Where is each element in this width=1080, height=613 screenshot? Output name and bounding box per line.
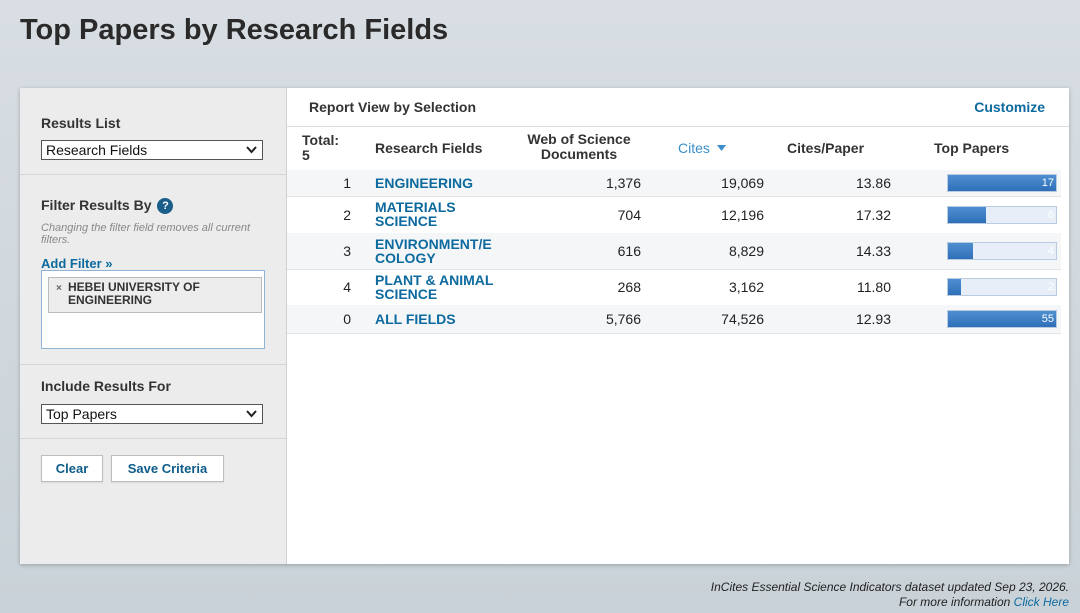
- report-title: Report View by Selection: [309, 99, 477, 115]
- top-papers-bar-fill: [948, 207, 987, 223]
- header-total-count: 5: [302, 147, 310, 163]
- research-field-link[interactable]: MATERIALS SCIENCE: [375, 200, 510, 228]
- report-area: Report View by Selection Customize Total…: [287, 88, 1069, 564]
- remove-filter-icon[interactable]: ×: [56, 282, 62, 295]
- footer-click-here-link[interactable]: Click Here: [1014, 595, 1069, 609]
- chevron-down-icon: [246, 410, 257, 418]
- top-papers-count: 2: [1047, 281, 1054, 293]
- top-papers-bar: 55: [947, 310, 1057, 328]
- row-rank: 1: [343, 175, 351, 191]
- header-cites-per-paper[interactable]: Cites/Paper: [787, 141, 864, 156]
- footer-more-info-text: For more information: [898, 595, 1011, 609]
- cites-value: 19,069: [721, 175, 764, 191]
- wos-documents-value: 268: [617, 279, 641, 295]
- row-rank: 3: [343, 243, 351, 259]
- header-top-papers[interactable]: Top Papers: [934, 141, 1009, 156]
- top-papers-bar: 6: [947, 206, 1057, 224]
- header-total: Total: 5: [302, 133, 339, 163]
- row-rank: 2: [343, 207, 351, 223]
- clear-button[interactable]: Clear: [41, 455, 103, 482]
- cites-value: 8,829: [728, 243, 764, 259]
- customize-link[interactable]: Customize: [974, 99, 1045, 115]
- table-row: 4 PLANT & ANIMAL SCIENCE 268 3,162 11.80 2: [287, 269, 1061, 306]
- top-papers-bar: 4: [947, 242, 1057, 260]
- results-list-section: Results List Research Fields: [20, 88, 286, 175]
- cites-per-paper-value: 11.80: [857, 279, 891, 295]
- include-value: Top Papers: [46, 406, 117, 422]
- research-field-link[interactable]: PLANT & ANIMAL SCIENCE: [375, 273, 510, 301]
- results-panel: Results List Research Fields Filter Resu…: [20, 88, 1069, 564]
- include-heading: Include Results For: [41, 378, 171, 394]
- sort-desc-icon: [716, 145, 726, 151]
- cites-per-paper-value: 13.86: [855, 175, 891, 191]
- header-research-fields[interactable]: Research Fields: [375, 141, 482, 156]
- wos-documents-value: 616: [617, 243, 641, 259]
- table-row: 0 ALL FIELDS 5,766 74,526 12.93 55: [287, 305, 1061, 334]
- cites-value: 3,162: [728, 279, 764, 295]
- include-section: Include Results For Top Papers: [20, 364, 286, 439]
- header-cites[interactable]: Cites: [678, 141, 726, 156]
- results-list-heading: Results List: [41, 115, 121, 131]
- top-papers-bar-fill: [948, 279, 961, 295]
- header-total-label: Total:: [302, 132, 340, 148]
- filter-note: Changing the filter field removes all cu…: [41, 222, 251, 246]
- research-field-link[interactable]: ALL FIELDS: [375, 312, 510, 326]
- help-icon[interactable]: ?: [157, 198, 174, 214]
- cites-value: 12,196: [721, 207, 764, 223]
- page-title: Top Papers by Research Fields: [20, 14, 449, 46]
- results-list-select[interactable]: Research Fields: [41, 140, 263, 160]
- cites-per-paper-value: 17.32: [855, 207, 891, 223]
- include-select[interactable]: Top Papers: [41, 404, 263, 424]
- filter-box[interactable]: × HEBEI UNIVERSITY OF ENGINEERING: [41, 270, 265, 349]
- table-row: 3 ENVIRONMENT/E COLOGY 616 8,829 14.33 4: [287, 233, 1061, 270]
- top-papers-bar-fill: [948, 311, 1056, 327]
- research-field-link[interactable]: ENVIRONMENT/E COLOGY: [375, 237, 510, 265]
- results-list-value: Research Fields: [46, 142, 148, 158]
- cites-value: 74,526: [721, 311, 764, 327]
- table-row: 2 MATERIALS SCIENCE 704 12,196 17.32 6: [287, 196, 1061, 234]
- research-field-link[interactable]: ENGINEERING: [375, 176, 510, 190]
- filter-heading-label: Filter Results By: [41, 197, 152, 213]
- divider: [287, 126, 1069, 127]
- row-rank: 0: [343, 311, 351, 327]
- filter-heading: Filter Results By?: [41, 197, 174, 214]
- row-rank: 4: [343, 279, 351, 295]
- cites-per-paper-value: 12.93: [855, 311, 891, 327]
- top-papers-bar: 2: [947, 278, 1057, 296]
- top-papers-count: 55: [1041, 313, 1054, 325]
- filter-chip-label: HEBEI UNIVERSITY OF ENGINEERING: [68, 280, 200, 307]
- top-papers-count: 4: [1047, 245, 1054, 257]
- filter-chip: × HEBEI UNIVERSITY OF ENGINEERING: [48, 277, 262, 313]
- top-papers-bar: 17: [947, 174, 1057, 192]
- wos-documents-value: 704: [617, 207, 641, 223]
- table-row: 1 ENGINEERING 1,376 19,069 13.86 17: [287, 170, 1061, 197]
- cites-per-paper-value: 14.33: [855, 243, 891, 259]
- footer-more-info: For more information Click Here: [711, 595, 1069, 610]
- sidebar: Results List Research Fields Filter Resu…: [20, 88, 287, 564]
- top-papers-bar-fill: [948, 175, 1056, 191]
- save-criteria-button[interactable]: Save Criteria: [111, 455, 224, 482]
- add-filter-link[interactable]: Add Filter »: [41, 256, 113, 271]
- chevron-down-icon: [246, 146, 257, 154]
- header-wos-documents[interactable]: Web of Science Documents: [517, 132, 641, 162]
- wos-documents-value: 5,766: [605, 311, 641, 327]
- top-papers-bar-fill: [948, 243, 974, 259]
- header-cites-label: Cites: [678, 140, 710, 156]
- top-papers-count: 6: [1047, 209, 1054, 221]
- top-papers-count: 17: [1041, 177, 1054, 189]
- wos-documents-value: 1,376: [605, 175, 641, 191]
- footer-dataset-note: InCites Essential Science Indicators dat…: [710, 580, 1069, 594]
- footer: InCites Essential Science Indicators dat…: [711, 580, 1069, 610]
